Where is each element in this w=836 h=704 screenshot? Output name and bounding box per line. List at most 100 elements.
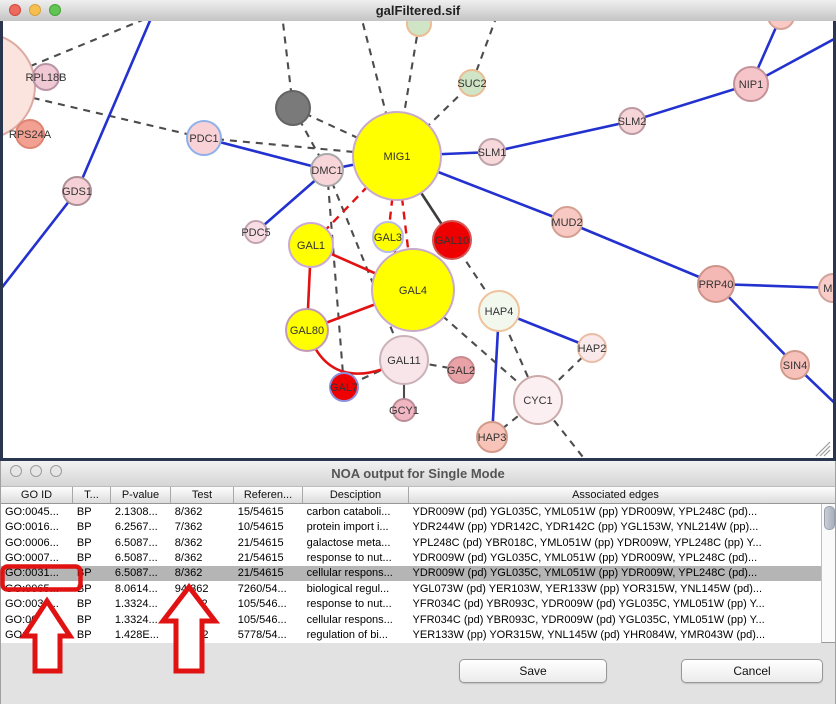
node-label: GAL3 xyxy=(374,232,402,244)
column-header-p-value[interactable]: P-value xyxy=(111,487,171,503)
table-cell: YER133W (pp) YOR315W, YNL145W (pd) YHR08… xyxy=(409,628,821,643)
table-row[interactable]: GO:0031...BP1.3324...11/362105/546...res… xyxy=(1,597,821,612)
table-cell: 21/54615 xyxy=(234,566,303,581)
minimize-button[interactable] xyxy=(30,465,42,477)
traffic-lights xyxy=(9,4,61,16)
table-cell: GO:0031... xyxy=(1,566,73,581)
edge[interactable] xyxy=(567,222,716,284)
table-row[interactable]: GO:0031...BP1.3324...11/362105/546...cel… xyxy=(1,612,821,627)
table-header[interactable]: GO IDT...P-valueTestReferen...Desciption… xyxy=(1,486,835,504)
table-row[interactable]: GO:0065...BP8.0614...94/3627260/54...bio… xyxy=(1,581,821,596)
table-cell: regulation of bi... xyxy=(303,628,409,643)
edge[interactable] xyxy=(204,138,327,170)
table-cell: 8.0614... xyxy=(111,581,171,596)
table-cell: BP xyxy=(73,535,111,550)
close-button[interactable] xyxy=(9,4,21,16)
node-greencut[interactable] xyxy=(407,21,431,36)
table-row[interactable]: GO:0007...BP6.5087...8/36221/54615respon… xyxy=(1,550,821,565)
save-button[interactable]: Save xyxy=(459,659,607,683)
screen: galFiltered.sif RPL18BRPS24APDC1MIG1SUC2… xyxy=(0,0,836,704)
table-cell: galactose meta... xyxy=(303,535,409,550)
noa-window-titlebar[interactable]: NOA output for Single Mode xyxy=(1,461,835,487)
table-cell: 6.2567... xyxy=(111,519,171,534)
node-graynode[interactable] xyxy=(276,91,310,125)
minimize-button[interactable] xyxy=(29,4,41,16)
node-label: CYC1 xyxy=(523,395,552,407)
column-header-test[interactable]: Test xyxy=(171,487,234,503)
cancel-button[interactable]: Cancel xyxy=(681,659,823,683)
table-row[interactable]: GO:0045...BP2.1308...8/36215/54615carbon… xyxy=(1,504,821,519)
table-cell: 6.5087... xyxy=(111,566,171,581)
table-row[interactable]: GO:0016...BP6.2567...7/36210/54615protei… xyxy=(1,519,821,534)
table-cell: BP xyxy=(73,612,111,627)
network-graph[interactable]: RPL18BRPS24APDC1MIG1SUC2SLM1SLM2NIP1DMC1… xyxy=(3,21,833,458)
table-cell: 7/362 xyxy=(171,519,234,534)
table-cell: 1.3324... xyxy=(111,612,171,627)
traffic-lights-inactive xyxy=(10,465,62,477)
node-label: GAL2 xyxy=(447,365,475,377)
close-button[interactable] xyxy=(10,465,22,477)
table-cell: 8/362 xyxy=(171,550,234,565)
table-cell: cellular respons... xyxy=(303,566,409,581)
table-cell: 6.5087... xyxy=(111,535,171,550)
node-label: SUC2 xyxy=(457,78,486,90)
table-cell: BP xyxy=(73,628,111,643)
table-cell: 15/54615 xyxy=(234,504,303,519)
column-header-referen-[interactable]: Referen... xyxy=(234,487,303,503)
table-cell: 105/546... xyxy=(234,612,303,627)
table-cell: GO:0031... xyxy=(1,597,73,612)
node-label: RPS24A xyxy=(9,129,52,141)
table-cell: 7260/54... xyxy=(234,581,303,596)
column-header-t-[interactable]: T... xyxy=(73,487,111,503)
zoom-button[interactable] xyxy=(50,465,62,477)
table-cell: carbon cataboli... xyxy=(303,504,409,519)
table-cell: 10/54615 xyxy=(234,519,303,534)
node-pinkcut[interactable] xyxy=(768,21,794,29)
network-canvas[interactable]: RPL18BRPS24APDC1MIG1SUC2SLM1SLM2NIP1DMC1… xyxy=(0,21,836,458)
node-label: GDS1 xyxy=(62,186,92,198)
table-row[interactable]: GO:0050...BP1.428E...80/3625778/54...reg… xyxy=(1,628,821,643)
dialog-footer: Save Cancel xyxy=(1,643,835,704)
edge[interactable] xyxy=(632,84,751,121)
vertical-scrollbar[interactable] xyxy=(821,504,835,643)
table-body: GO:0045...BP2.1308...8/36215/54615carbon… xyxy=(1,504,821,644)
edge[interactable] xyxy=(3,191,77,290)
table-cell: 1.3324... xyxy=(111,597,171,612)
node-label: GAL1 xyxy=(297,240,325,252)
table-cell: YFR034C (pd) YBR093C, YDR009W (pd) YGL03… xyxy=(409,597,821,612)
table-cell: 11/362 xyxy=(171,597,234,612)
table-cell: 1.428E... xyxy=(111,628,171,643)
zoom-button[interactable] xyxy=(49,4,61,16)
column-header-go-id[interactable]: GO ID xyxy=(1,487,73,503)
table-cell: cellular respons... xyxy=(303,612,409,627)
edge[interactable] xyxy=(492,121,632,152)
edge[interactable] xyxy=(77,21,152,191)
table-cell: YDR009W (pd) YGL035C, YML051W (pp) YDR00… xyxy=(409,504,821,519)
scrollbar-thumb[interactable] xyxy=(824,506,835,530)
table-cell: YFR034C (pd) YBR093C, YDR009W (pd) YGL03… xyxy=(409,612,821,627)
table-cell: GO:0007... xyxy=(1,550,73,565)
table-cell: GO:0006... xyxy=(1,535,73,550)
node-label: PDC5 xyxy=(241,227,270,239)
node-label: GAL80 xyxy=(290,325,324,337)
network-window-titlebar[interactable]: galFiltered.sif xyxy=(0,0,836,22)
column-header-desciption[interactable]: Desciption xyxy=(303,487,409,503)
table-cell: 105/546... xyxy=(234,597,303,612)
table-cell: GO:0016... xyxy=(1,519,73,534)
node-label: NIP1 xyxy=(739,79,763,91)
edge[interactable] xyxy=(327,170,344,387)
table-cell: BP xyxy=(73,566,111,581)
node-label: MUD2 xyxy=(551,217,582,229)
resize-grip[interactable] xyxy=(816,442,830,456)
table-row[interactable]: GO:0006...BP6.5087...8/36221/54615galact… xyxy=(1,535,821,550)
table-row-selected[interactable]: GO:0031...BP6.5087...8/36221/54615cellul… xyxy=(1,566,821,581)
node-label: HAP2 xyxy=(578,343,607,355)
table-cell: YDR009W (pd) YGL035C, YML051W (pp) YDR00… xyxy=(409,550,821,565)
noa-output-window: NOA output for Single Mode GO IDT...P-va… xyxy=(0,461,836,704)
node-label: PDC1 xyxy=(189,133,218,145)
column-header-associated-edges[interactable]: Associated edges xyxy=(409,487,822,503)
node-label: MSI xyxy=(823,283,833,295)
node-label: SIN4 xyxy=(783,360,807,372)
table-cell: BP xyxy=(73,519,111,534)
table-cell: 6.5087... xyxy=(111,550,171,565)
